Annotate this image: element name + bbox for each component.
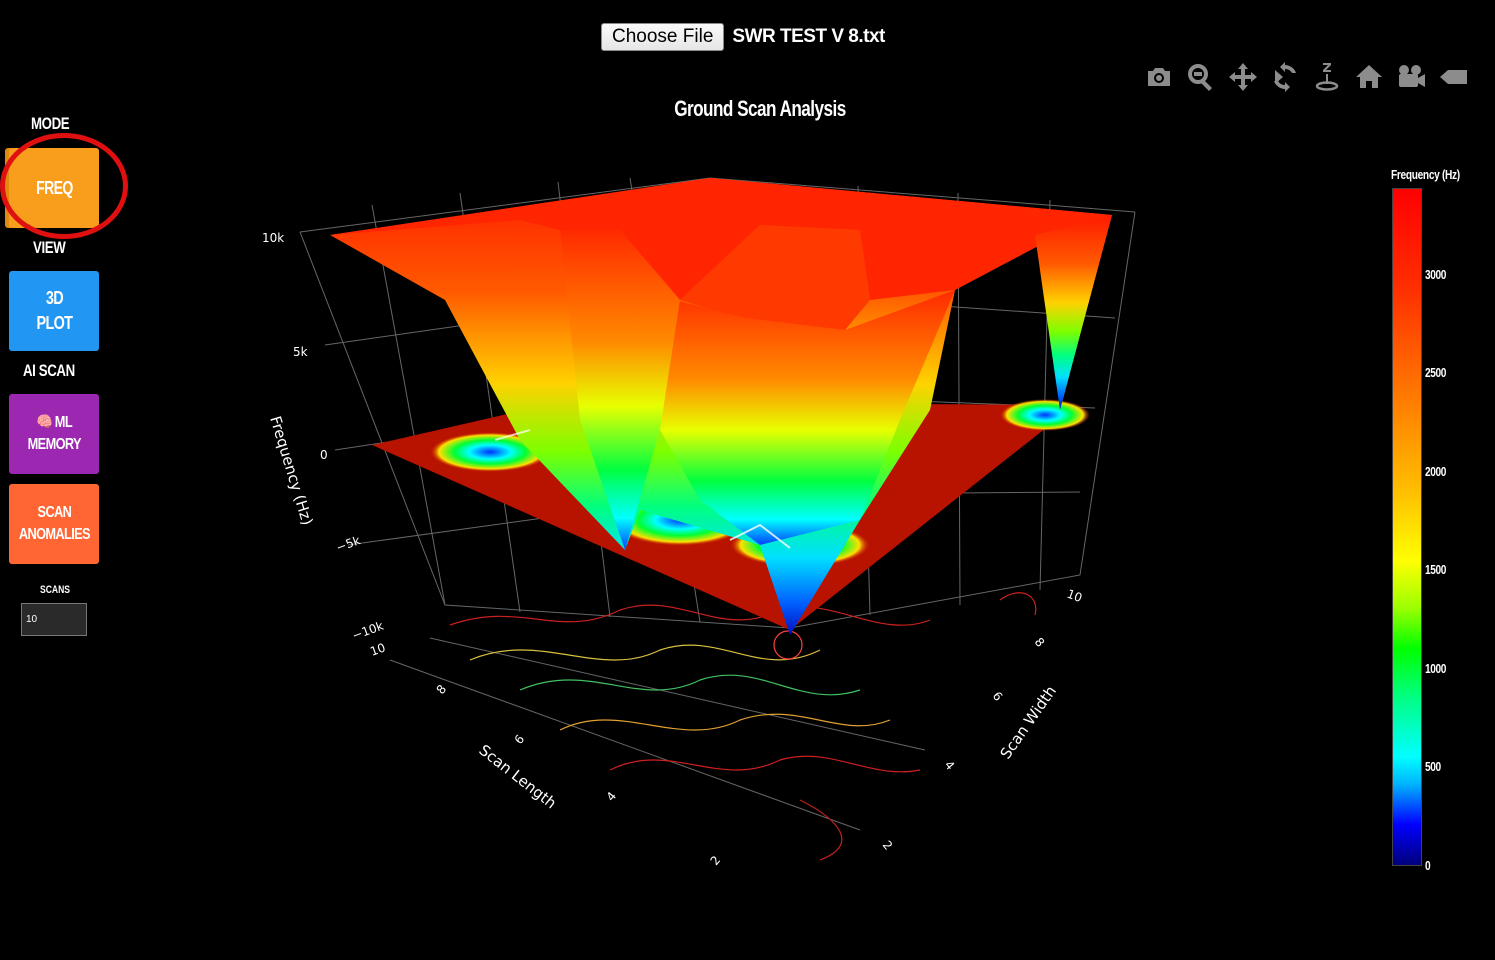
colorbar-tick-label: 2500 [1425, 365, 1446, 380]
colorbar-tick-label: 3000 [1425, 267, 1446, 282]
y-tick-label: 6 [990, 689, 1006, 704]
colorbar-tick-label: 0 [1425, 858, 1431, 873]
z-tick-label: 5k [293, 345, 308, 359]
y-tick-label: 2 [880, 838, 896, 853]
x-tick-label: 2 [708, 853, 724, 868]
x-tick-label: 8 [434, 682, 450, 697]
y-tick-label: 10 [1065, 587, 1084, 605]
z-axis-label: Frequency (Hz) [266, 414, 316, 527]
colorbar-tick-label: 1000 [1425, 661, 1446, 676]
colorbar-title: Frequency (Hz) [1391, 167, 1460, 182]
contour-projection [449, 592, 1037, 861]
y-tick-label: 4 [942, 758, 958, 773]
colorbar-tick-label: 500 [1425, 759, 1441, 774]
colorbar [1392, 188, 1422, 866]
x-tick-label: 10 [368, 640, 387, 658]
x-tick-label: 6 [512, 732, 528, 747]
z-tick-label: −10k [350, 619, 385, 643]
colorbar-tick-label: 1500 [1425, 562, 1446, 577]
z-tick-label: 10k [262, 231, 284, 245]
colorbar-tick-label: 2000 [1425, 464, 1446, 479]
x-tick-label: 4 [604, 789, 620, 804]
x-axis-label: Scan Length [476, 741, 560, 812]
y-axis-label: Scan Width [997, 682, 1060, 762]
z-tick-label: 0 [320, 448, 328, 462]
z-tick-label: −5k [334, 533, 362, 555]
3d-surface-plot[interactable]: 10k 5k 0 −5k −10k Frequency (Hz) 10 8 6 … [0, 0, 1495, 960]
surface [330, 178, 1112, 635]
y-tick-label: 8 [1032, 635, 1048, 650]
